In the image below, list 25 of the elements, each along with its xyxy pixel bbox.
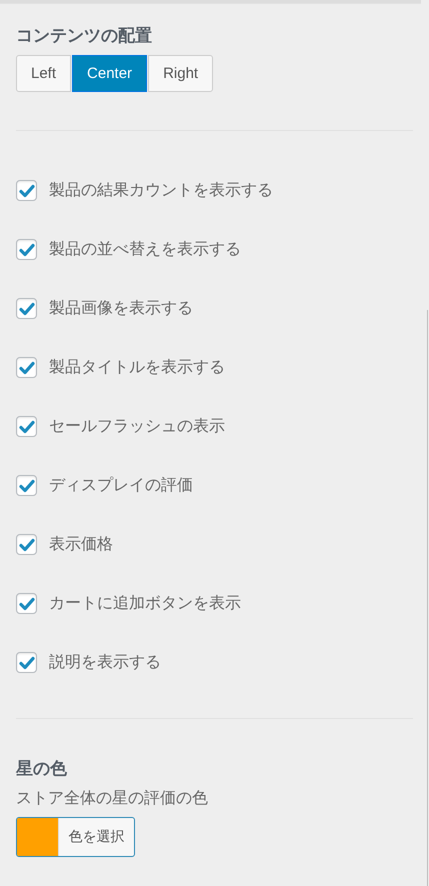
section-title: 星の色 — [16, 758, 68, 780]
checkbox-label: 製品の並べ替えを表示する — [49, 239, 241, 260]
checkbox[interactable] — [16, 239, 37, 260]
color-picker-button[interactable]: 色を選択 — [16, 817, 135, 857]
checkbox[interactable] — [16, 534, 37, 555]
checkbox[interactable] — [16, 416, 37, 437]
checkbox[interactable] — [16, 298, 37, 319]
checkbox[interactable] — [16, 475, 37, 496]
checkbox[interactable] — [16, 357, 37, 378]
checkbox-label: ディスプレイの評価 — [49, 475, 193, 496]
checkbox-label: 製品タイトルを表示する — [49, 357, 225, 378]
checkbox-label: セールフラッシュの表示 — [49, 416, 225, 437]
description-text: ストア全体の星の評価の色 — [16, 788, 209, 809]
checkbox-label: 説明を表示する — [49, 652, 161, 673]
alignment-button[interactable]: Left — [16, 55, 72, 92]
checkbox[interactable] — [16, 180, 37, 201]
checkbox-label: カートに追加ボタンを表示 — [49, 593, 241, 614]
checkbox[interactable] — [16, 652, 37, 673]
checkbox-label: 製品画像を表示する — [49, 298, 193, 319]
section-title: コンテンツの配置 — [16, 25, 153, 47]
checkbox-label: 表示価格 — [49, 534, 113, 555]
checkbox-label: 製品の結果カウントを表示する — [49, 180, 273, 201]
alignment-button[interactable]: Center — [72, 55, 148, 92]
checkbox[interactable] — [16, 593, 37, 614]
alignment-button[interactable]: Right — [148, 55, 214, 92]
